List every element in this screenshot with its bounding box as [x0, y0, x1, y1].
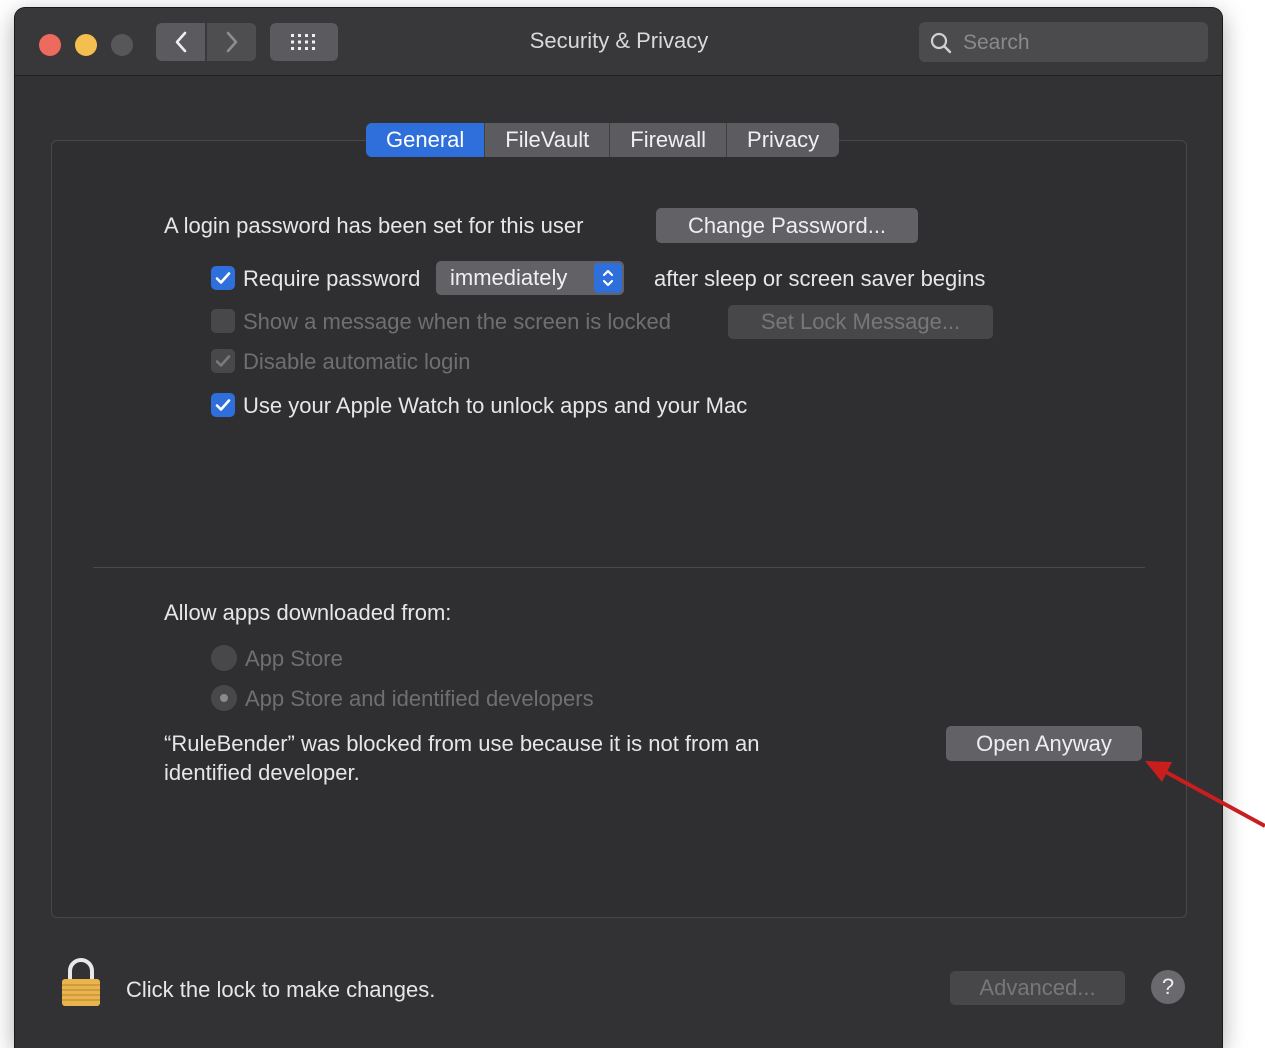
blocked-message-line2: identified developer.	[164, 760, 360, 785]
checkmark-icon	[215, 399, 231, 411]
popup-arrows-icon	[594, 263, 622, 293]
disable-auto-login-label: Disable automatic login	[243, 349, 471, 374]
close-window-button[interactable]	[39, 34, 61, 56]
tab-bar: General FileVault Firewall Privacy	[366, 123, 840, 157]
checkmark-icon	[215, 355, 231, 367]
forward-chevron-icon	[226, 31, 237, 53]
tab-firewall[interactable]: Firewall	[610, 123, 728, 157]
require-password-label: Require password	[243, 266, 421, 291]
radio-app-store[interactable]	[211, 645, 237, 671]
apple-watch-checkbox[interactable]	[211, 393, 235, 417]
radio-app-store-identified-label: App Store and identified developers	[245, 686, 594, 711]
back-button[interactable]	[156, 23, 205, 61]
section-divider	[93, 567, 1145, 568]
show-all-button[interactable]	[270, 23, 338, 61]
require-password-delay-popup[interactable]: immediately	[436, 261, 624, 295]
tab-general[interactable]: General	[366, 123, 486, 157]
lock-button[interactable]	[60, 958, 102, 1013]
lock-icon	[62, 958, 100, 1006]
help-button[interactable]: ?	[1151, 970, 1185, 1004]
login-password-text: A login password has been set for this u…	[164, 213, 584, 238]
set-lock-message-button[interactable]: Set Lock Message...	[728, 305, 993, 339]
minimize-window-button[interactable]	[75, 34, 97, 56]
general-pane	[51, 140, 1187, 918]
open-anyway-button[interactable]: Open Anyway	[946, 726, 1142, 761]
require-password-checkbox[interactable]	[211, 266, 235, 290]
apple-watch-label: Use your Apple Watch to unlock apps and …	[243, 393, 748, 418]
radio-app-store-label: App Store	[245, 646, 343, 671]
zoom-window-button[interactable]	[111, 34, 133, 56]
allow-apps-heading: Allow apps downloaded from:	[164, 600, 452, 625]
tab-privacy[interactable]: Privacy	[727, 123, 839, 157]
change-password-button[interactable]: Change Password...	[656, 208, 918, 243]
forward-button[interactable]	[207, 23, 256, 61]
require-password-delay-value: immediately	[450, 265, 568, 290]
show-message-label: Show a message when the screen is locked	[243, 309, 672, 334]
advanced-button[interactable]: Advanced...	[950, 971, 1125, 1005]
blocked-message-line1: “RuleBender” was blocked from use becaus…	[164, 731, 760, 756]
window-title: Security & Privacy	[529, 28, 709, 53]
preferences-window: Security & Privacy General FileVault Fir…	[15, 8, 1222, 1048]
radio-selected-dot	[220, 694, 228, 702]
search-icon	[929, 31, 953, 60]
checkmark-icon	[215, 272, 231, 284]
title-bar: Security & Privacy	[15, 8, 1222, 76]
search-input[interactable]	[961, 28, 1200, 58]
navigation-buttons	[156, 23, 256, 61]
lock-hint-text: Click the lock to make changes.	[126, 977, 436, 1002]
back-chevron-icon	[175, 31, 186, 53]
tab-filevault[interactable]: FileVault	[485, 123, 611, 157]
show-message-checkbox[interactable]	[211, 309, 235, 333]
grid-icon	[291, 34, 315, 50]
after-sleep-text: after sleep or screen saver begins	[654, 266, 986, 291]
radio-app-store-identified[interactable]	[211, 685, 237, 711]
disable-auto-login-checkbox[interactable]	[211, 349, 235, 373]
search-field[interactable]	[919, 22, 1208, 62]
